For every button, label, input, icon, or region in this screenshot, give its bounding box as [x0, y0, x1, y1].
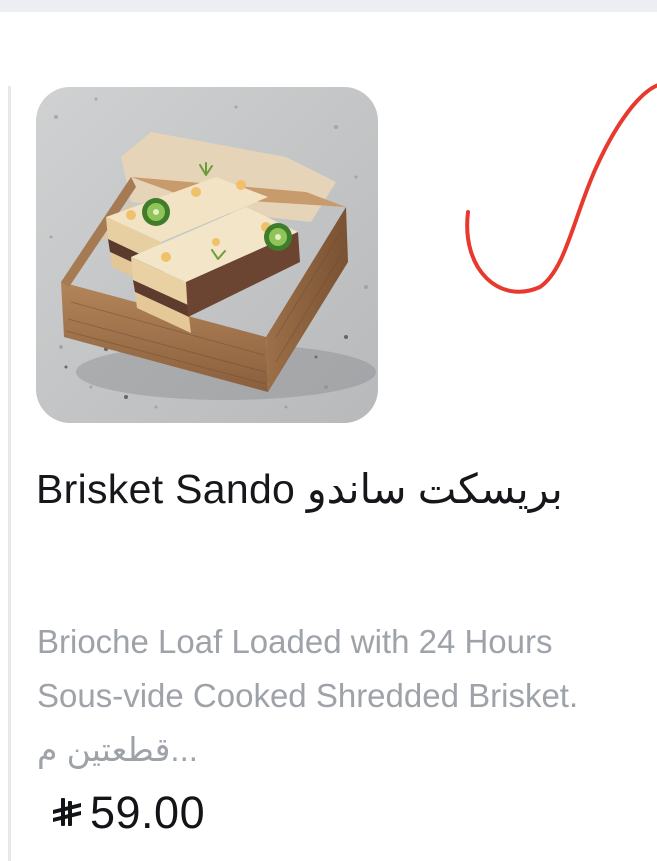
red-checkmark-annotation — [465, 83, 657, 294]
product-price: 59.00 — [90, 787, 206, 838]
product-description: Brioche Loaf Loaded with 24 Hours Sous-v… — [37, 623, 579, 768]
product-image[interactable] — [36, 87, 378, 423]
saudi-riyal-icon — [53, 798, 81, 826]
card-left-border — [8, 86, 11, 861]
price-row: 59.00 — [52, 783, 205, 843]
top-divider-strip — [0, 0, 657, 12]
product-title: Brisket Sando بريسكت ساندو — [36, 466, 563, 512]
